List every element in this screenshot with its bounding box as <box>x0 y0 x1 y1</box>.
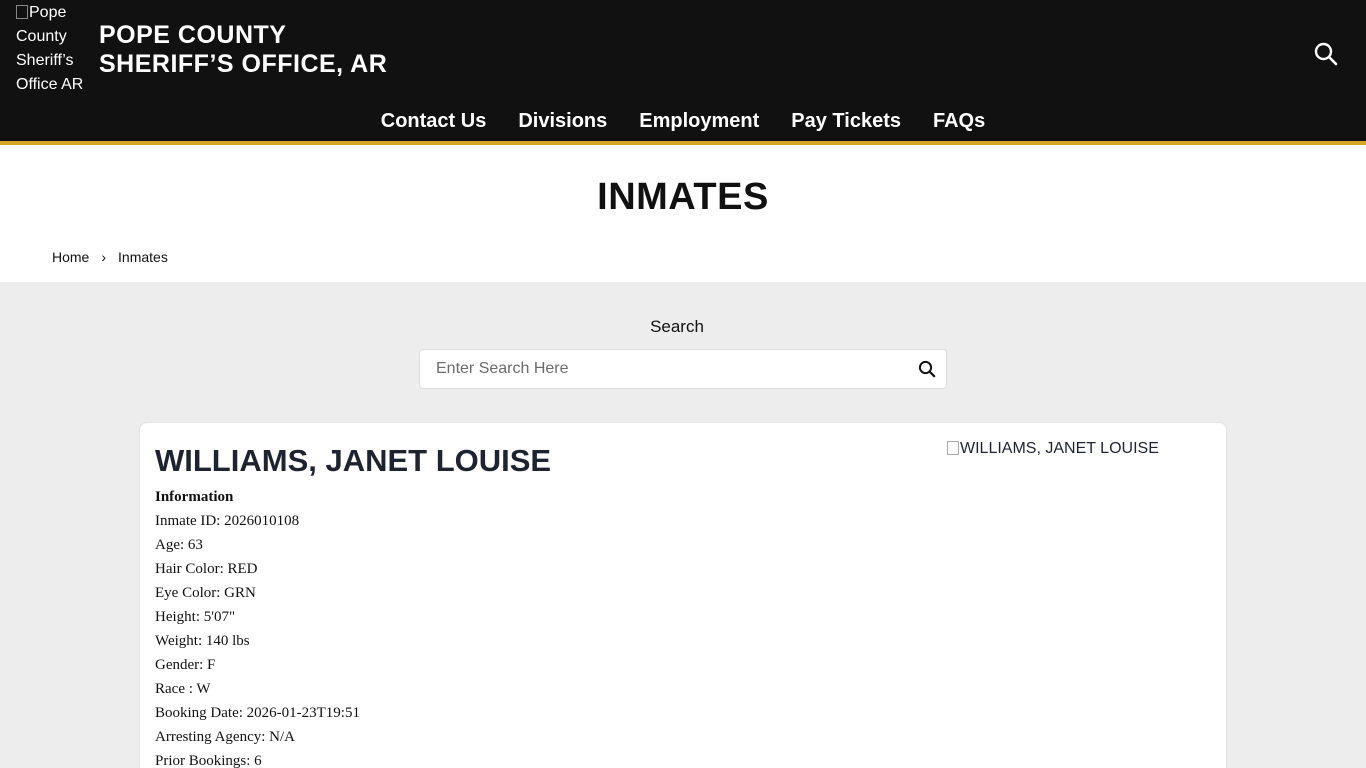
search-icon <box>1314 42 1338 66</box>
breadcrumb: Home › Inmates <box>52 249 168 265</box>
search-submit-button[interactable] <box>918 360 936 378</box>
search-icon <box>918 360 936 378</box>
nav-faqs[interactable]: FAQs <box>933 104 985 138</box>
header-search-button[interactable] <box>1312 40 1340 68</box>
nav-employment[interactable]: Employment <box>639 104 759 138</box>
info-hair-color: Hair Color: RED <box>155 561 258 577</box>
breadcrumb-separator-icon: › <box>101 249 107 265</box>
inmate-photo-alt-text: WILLIAMS, JANET LOUISE <box>960 440 1159 457</box>
info-race: Race : W <box>155 681 211 697</box>
breadcrumb-current: Inmates <box>118 249 168 265</box>
search-label: Search <box>650 317 704 336</box>
site-title-line1: POPE COUNTY <box>99 21 287 49</box>
info-inmate-id: Inmate ID: 2026010108 <box>155 513 300 529</box>
breadcrumb-home[interactable]: Home <box>52 249 89 265</box>
nav-pay-tickets[interactable]: Pay Tickets <box>791 104 901 138</box>
inmate-name: WILLIAMS, JANET LOUISE <box>155 443 552 478</box>
info-age: Age: 63 <box>155 537 203 553</box>
info-gender: Gender: F <box>155 657 216 673</box>
site-logo[interactable]: Pope County Sheriff’s Office AR <box>16 1 92 97</box>
site-header: Pope County Sheriff’s Office AR POPE COU… <box>0 0 1366 141</box>
info-prior-bookings: Prior Bookings: 6 <box>155 753 262 768</box>
info-arresting-agency: Arresting Agency: N/A <box>155 729 295 745</box>
site-title[interactable]: POPE COUNTY SHERIFF’S OFFICE, AR <box>99 21 387 79</box>
info-heading: Information <box>155 489 234 505</box>
info-booking-date: Booking Date: 2026-01-23T19:51 <box>155 705 360 721</box>
nav-contact-us[interactable]: Contact Us <box>381 104 487 138</box>
inmate-photo: WILLIAMS, JANET LOUISE <box>947 440 1159 458</box>
inmate-info: Information Inmate ID: 2026010108 Age: 6… <box>155 485 360 768</box>
site-title-line2: SHERIFF’S OFFICE, AR <box>99 50 388 78</box>
info-weight: Weight: 140 lbs <box>155 633 250 649</box>
main-nav: Contact Us Divisions Employment Pay Tick… <box>0 104 1366 138</box>
info-height: Height: 5'07" <box>155 609 236 625</box>
info-eye-color: Eye Color: GRN <box>155 585 256 601</box>
broken-image-icon <box>947 441 959 455</box>
nav-divisions[interactable]: Divisions <box>518 104 607 138</box>
page-title: INMATES <box>597 176 769 218</box>
page-title-area: INMATES Home › Inmates <box>0 145 1366 282</box>
inmate-card: WILLIAMS, JANET LOUISE WILLIAMS, JANET L… <box>139 422 1227 768</box>
broken-image-icon <box>16 5 28 19</box>
search-box <box>419 349 947 389</box>
search-input[interactable] <box>436 350 906 388</box>
